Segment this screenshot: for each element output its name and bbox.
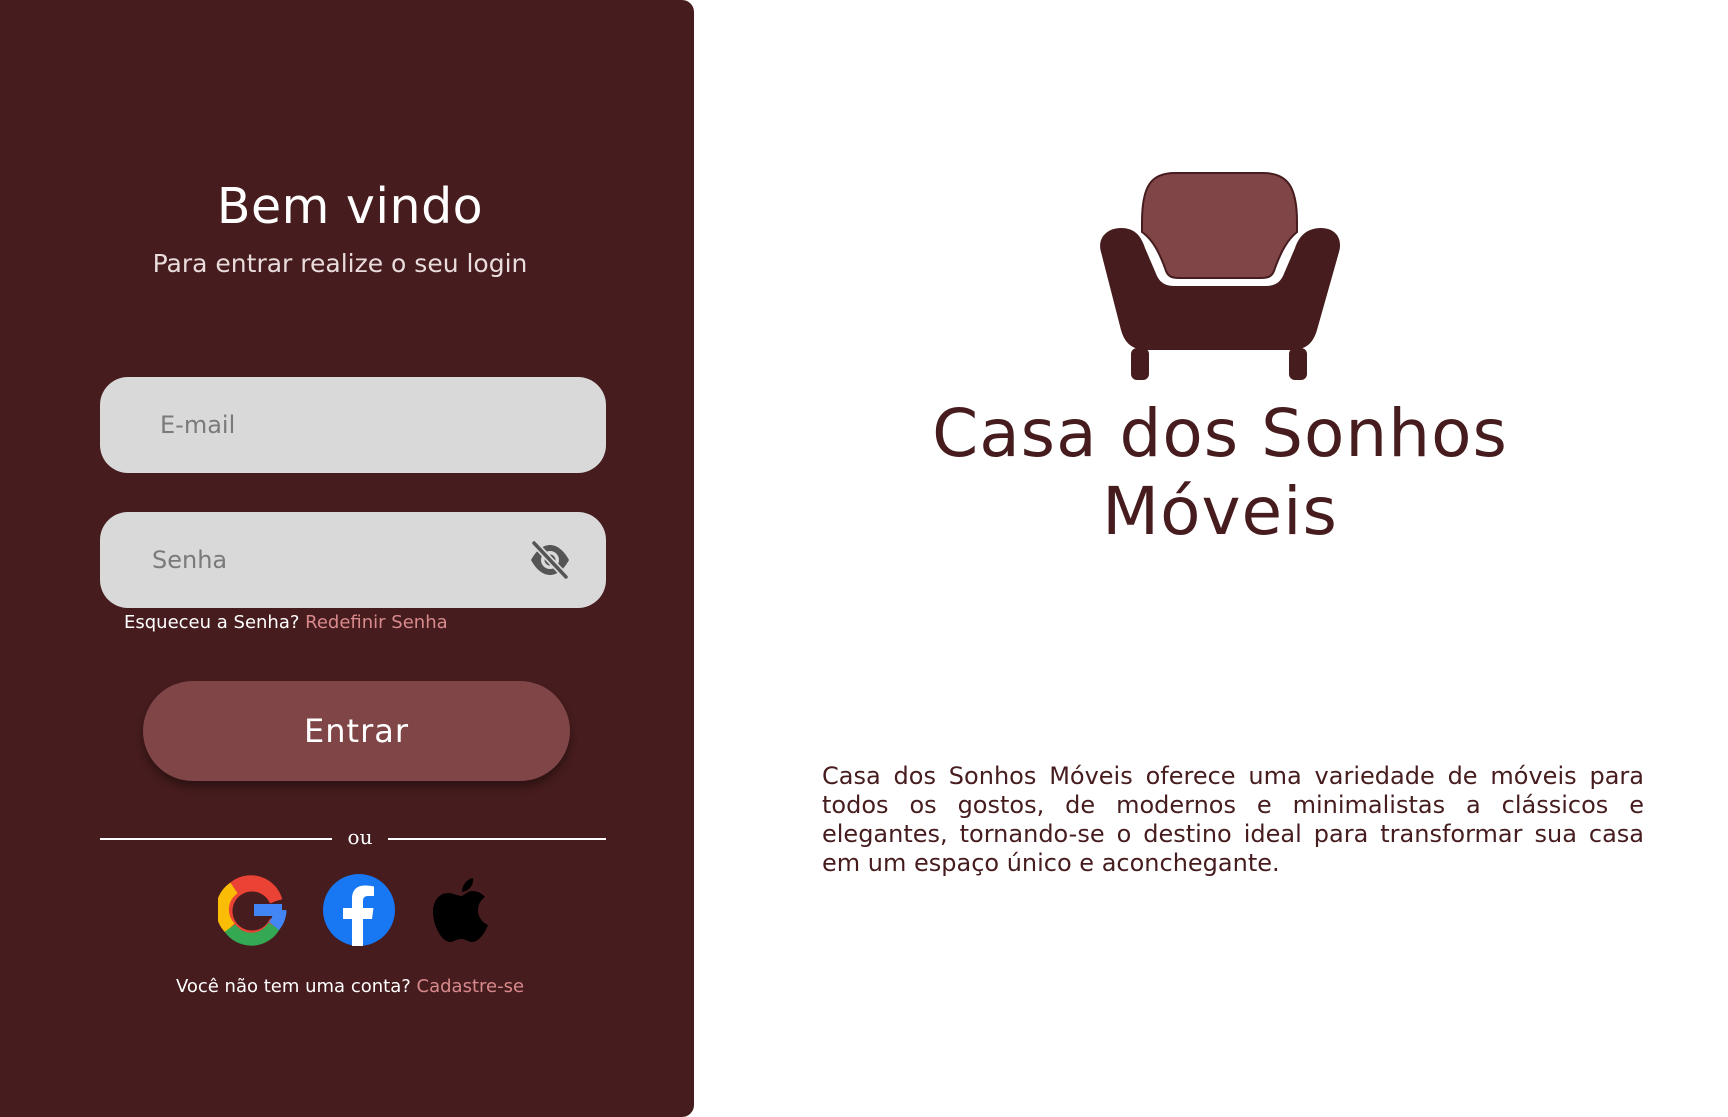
signup-link[interactable]: Cadastre-se xyxy=(417,976,525,997)
email-input[interactable] xyxy=(100,377,606,473)
login-panel: Bem vindo Para entrar realize o seu logi… xyxy=(0,0,694,1117)
eye-slash-icon[interactable] xyxy=(528,539,572,581)
signup-row: Você não tem uma conta? Cadastre-se xyxy=(0,976,700,997)
welcome-title: Bem vindo xyxy=(216,178,484,235)
divider-left xyxy=(100,838,332,840)
forgot-password-text: Esqueceu a Senha? xyxy=(124,612,300,633)
facebook-icon[interactable] xyxy=(323,874,395,946)
signup-text: Você não tem uma conta? xyxy=(175,976,411,997)
welcome-subtitle: Para entrar realize o seu login xyxy=(152,249,528,278)
password-field-container xyxy=(100,512,606,608)
apple-icon[interactable] xyxy=(425,874,497,946)
armchair-icon xyxy=(1095,168,1345,380)
divider-text: ou xyxy=(347,825,373,849)
reset-password-link[interactable]: Redefinir Senha xyxy=(305,612,448,633)
google-icon[interactable] xyxy=(215,874,290,946)
enter-button[interactable]: Entrar xyxy=(143,681,570,781)
email-field-container xyxy=(100,377,606,473)
brand-name: Casa dos Sonhos Móveis xyxy=(860,395,1580,551)
brand-name-line1: Casa dos Sonhos xyxy=(932,395,1508,472)
brand-name-line2: Móveis xyxy=(1102,473,1338,550)
login-page: Bem vindo Para entrar realize o seu logi… xyxy=(0,0,1728,1117)
brand-description: Casa dos Sonhos Móveis oferece uma varie… xyxy=(822,762,1644,877)
forgot-password-row: Esqueceu a Senha? Redefinir Senha xyxy=(124,612,448,633)
divider-right xyxy=(388,838,606,840)
